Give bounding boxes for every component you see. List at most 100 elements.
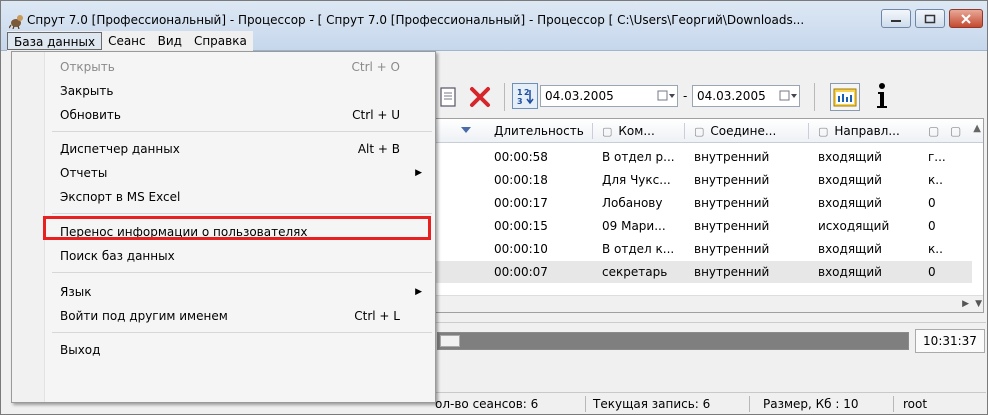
menu-separator bbox=[52, 131, 432, 132]
status-divider bbox=[893, 396, 894, 412]
menu-item-relogin[interactable]: Войти под другим именем Ctrl + L bbox=[46, 305, 434, 327]
menu-item-close-label: Закрыть bbox=[60, 84, 114, 98]
submenu-arrow-icon: ▶ bbox=[415, 168, 422, 178]
col-comment[interactable]: ▢ Ком... bbox=[602, 119, 682, 143]
table-cell: внутренний bbox=[694, 219, 770, 233]
svg-text:2: 2 bbox=[524, 88, 530, 97]
date-to-field[interactable]: 04.03.2005 bbox=[692, 85, 800, 107]
date-from-field[interactable]: 04.03.2005 bbox=[540, 85, 678, 107]
menu-item-data-manager-label: Диспетчер данных bbox=[60, 142, 180, 156]
table-cell: секретарь bbox=[602, 265, 668, 279]
col-extra-2[interactable]: ▢ bbox=[950, 119, 966, 143]
table-cell: 00:00:17 bbox=[494, 196, 548, 210]
table-cell: 0 bbox=[928, 196, 936, 210]
table-cell: внутренний bbox=[694, 242, 770, 256]
table-cell: г... bbox=[928, 150, 946, 164]
info-icon bbox=[877, 83, 887, 108]
info-button[interactable] bbox=[872, 81, 892, 111]
menu-item-language-label: Язык bbox=[60, 285, 92, 299]
table-cell: исходящий bbox=[818, 219, 890, 233]
calendar-dropdown-icon[interactable] bbox=[777, 86, 799, 106]
menu-gutter bbox=[12, 52, 45, 402]
menu-item-open[interactable]: Открыть Ctrl + O bbox=[46, 56, 434, 78]
menu-item-exit[interactable]: Выход bbox=[46, 339, 434, 361]
menu-item-close[interactable]: Закрыть bbox=[46, 80, 434, 102]
export-icon[interactable] bbox=[438, 85, 458, 109]
table-cell: к.. bbox=[928, 242, 943, 256]
menu-help[interactable]: Справка bbox=[188, 32, 253, 50]
maximize-button[interactable] bbox=[915, 9, 945, 28]
toolbar-separator bbox=[504, 83, 505, 111]
table-cell: входящий bbox=[818, 150, 882, 164]
menu-item-refresh-shortcut: Ctrl + U bbox=[352, 108, 400, 122]
table-cell: Для Чукс... bbox=[602, 173, 671, 187]
col-duration[interactable]: Длительность bbox=[494, 119, 590, 143]
menu-database[interactable]: База данных bbox=[7, 32, 103, 50]
table-row[interactable]: 00:00:07 секретарь внутренний входящий 0 bbox=[432, 261, 972, 283]
close-button[interactable] bbox=[949, 9, 983, 28]
col-divider bbox=[684, 123, 685, 139]
table-cell: 0 bbox=[928, 219, 936, 233]
col-direction[interactable]: ▢ Направл... bbox=[818, 119, 922, 143]
table-cell: 09 Мари... bbox=[602, 219, 666, 233]
col-extra[interactable]: ▢ bbox=[928, 119, 948, 143]
menu-item-open-label: Открыть bbox=[60, 60, 115, 74]
menu-item-search-db[interactable]: Поиск баз данных bbox=[46, 245, 434, 267]
submenu-arrow-icon: ▶ bbox=[415, 287, 422, 297]
table-cell: Лобанову bbox=[602, 196, 663, 210]
table-cell: внутренний bbox=[694, 173, 770, 187]
date-separator: - bbox=[683, 89, 688, 103]
table-cell: 00:00:10 bbox=[494, 242, 548, 256]
menu-item-data-manager-shortcut: Alt + B bbox=[357, 142, 400, 156]
progress-handle[interactable] bbox=[440, 335, 460, 347]
table-cell: внутренний bbox=[694, 150, 770, 164]
highlight-annotation bbox=[43, 216, 431, 240]
sessions-grid: Длительность ▢ Ком... ▢ Соедине... ▢ Направ… bbox=[431, 118, 984, 313]
sort-desc-icon[interactable] bbox=[460, 119, 482, 143]
clock-display: 10:31:37 bbox=[915, 329, 985, 353]
table-cell: В отдел к... bbox=[602, 242, 675, 256]
table-row[interactable]: 00:00:18 Для Чукс... внутренний входящий к.. bbox=[432, 169, 972, 191]
app-icon bbox=[9, 13, 25, 29]
table-cell: 00:00:07 bbox=[494, 265, 548, 279]
menu-session[interactable]: Сеанс bbox=[102, 32, 152, 50]
menu-item-export-excel[interactable]: Экспорт в MS Excel bbox=[46, 186, 434, 208]
table-cell: 00:00:58 bbox=[494, 150, 548, 164]
menu-item-open-shortcut: Ctrl + O bbox=[351, 60, 400, 74]
status-sessions: ол-во сеансов: 6 bbox=[435, 397, 539, 411]
report-button[interactable] bbox=[830, 83, 860, 111]
calendar-dropdown-icon[interactable] bbox=[655, 86, 677, 106]
menu-item-reports-label: Отчеты bbox=[60, 166, 108, 180]
main-window: Спрут 7.0 [Профессиональный] - Процессор… bbox=[0, 0, 988, 415]
horizontal-scrollbar[interactable]: ▶ ▼ bbox=[432, 295, 983, 312]
sort-button[interactable]: 123 bbox=[512, 83, 538, 109]
menu-view[interactable]: Вид bbox=[152, 32, 188, 50]
menu-separator bbox=[52, 213, 432, 214]
toolbar-separator bbox=[814, 83, 815, 111]
scroll-down-icon[interactable]: ▼ bbox=[975, 299, 982, 309]
table-row[interactable]: 00:00:58 В отдел р... внутренний входящий г.… bbox=[432, 146, 972, 168]
col-connection[interactable]: ▢ Соедине... bbox=[694, 119, 804, 143]
table-cell: входящий bbox=[818, 196, 882, 210]
menu-item-refresh[interactable]: Обновить Ctrl + U bbox=[46, 104, 434, 126]
table-row[interactable]: 00:00:10 В отдел к... внутренний входящий к.… bbox=[432, 238, 972, 260]
menu-item-language[interactable]: Язык ▶ bbox=[46, 281, 434, 303]
status-divider bbox=[585, 396, 586, 412]
menu-item-data-manager[interactable]: Диспетчер данных Alt + B bbox=[46, 138, 434, 160]
delete-button[interactable] bbox=[467, 84, 493, 110]
status-current: Текущая запись: 6 bbox=[593, 397, 711, 411]
scroll-up-icon[interactable]: ▲ bbox=[973, 123, 981, 134]
table-cell: внутренний bbox=[694, 196, 770, 210]
table-row[interactable]: 00:00:15 09 Мари... внутренний исходящий 0 bbox=[432, 215, 972, 237]
table-cell: внутренний bbox=[694, 265, 770, 279]
svg-text:3: 3 bbox=[517, 97, 523, 106]
menu-item-refresh-label: Обновить bbox=[60, 108, 121, 122]
table-row[interactable]: 00:00:17 Лобанову внутренний входящий 0 bbox=[432, 192, 972, 214]
table-cell: входящий bbox=[818, 242, 882, 256]
col-connection-label: Соедине... bbox=[710, 124, 777, 138]
menu-item-reports[interactable]: Отчеты ▶ bbox=[46, 162, 434, 184]
date-from-value: 04.03.2005 bbox=[545, 89, 614, 103]
minimize-button[interactable] bbox=[881, 9, 911, 28]
scroll-right-icon[interactable]: ▶ bbox=[962, 299, 969, 309]
progress-bar bbox=[437, 332, 909, 350]
